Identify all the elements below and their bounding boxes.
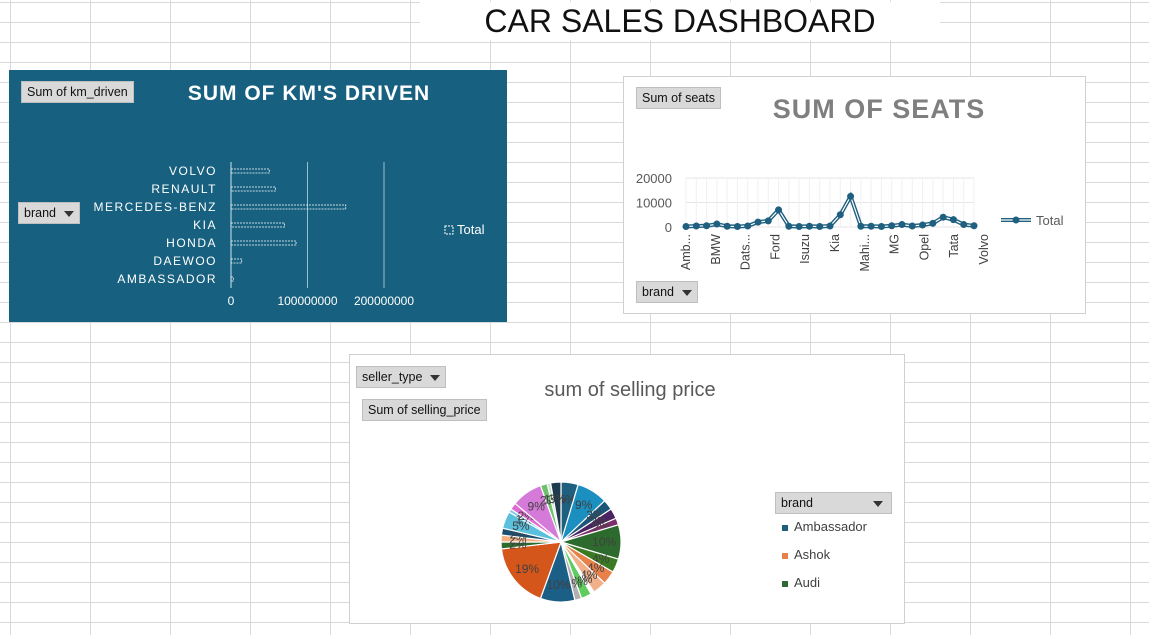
category-label: MERCEDES-BENZ (93, 200, 217, 214)
y-tick-label: 20000 (636, 171, 672, 186)
x-tick-label: Dats... (739, 234, 753, 270)
x-tick-label: Mahi... (858, 234, 872, 272)
data-point (939, 213, 947, 221)
data-point (754, 218, 762, 226)
data-point (785, 222, 793, 230)
data-label: 10% (592, 535, 616, 549)
x-tick-label: MG (888, 234, 902, 254)
seats-line-svg: 20000 10000 0 Amb... BMW Dats... Ford Isuzu Kia M… (636, 171, 1064, 272)
data-point (692, 222, 700, 230)
data-point (836, 211, 844, 219)
data-point (949, 216, 957, 224)
data-point (703, 222, 711, 230)
bar (230, 186, 276, 192)
bar (230, 204, 347, 210)
legend-swatch-icon (782, 552, 788, 559)
legend-label: Total (1036, 213, 1064, 228)
legend-swatch-icon (782, 524, 788, 531)
pie-legend-item[interactable]: Audi (782, 575, 820, 590)
data-point (847, 192, 855, 200)
category-label: KIA (193, 218, 217, 232)
category-label: VOLVO (169, 164, 217, 178)
dropdown-arrow-icon[interactable] (873, 501, 883, 507)
seats-chart[interactable]: Sum of seats SUM OF SEATS brand 20000 100… (623, 76, 1086, 314)
category-label: AMBASSADOR (117, 272, 217, 286)
bar (230, 222, 285, 228)
legend-marker-icon (1012, 216, 1020, 224)
bar (230, 240, 297, 246)
data-label: 10% (546, 578, 570, 592)
data-point (888, 222, 896, 230)
x-tick-label: Isuzu (798, 234, 812, 264)
data-point (857, 222, 865, 230)
x-tick-label: BMW (709, 234, 723, 265)
data-label: 19% (515, 562, 539, 576)
data-point (775, 206, 783, 214)
data-point (816, 223, 824, 231)
data-point (723, 222, 731, 230)
data-point (919, 221, 927, 229)
selling-price-chart[interactable]: seller_type Sum of selling_price sum of … (349, 354, 905, 624)
legend-swatch-icon (444, 225, 454, 235)
bar (230, 168, 270, 174)
category-label: RENAULT (151, 182, 217, 196)
pie-brand-filter-label: brand (781, 496, 813, 510)
x-tick-label: Tata (947, 234, 961, 258)
x-tick-label: Amb... (679, 234, 693, 270)
dashboard-title: CAR SALES DASHBOARD (420, 2, 940, 40)
x-tick-label: Volvo (977, 234, 991, 265)
legend-swatch-icon (782, 580, 788, 587)
pie-legend-item[interactable]: Ambassador (782, 519, 867, 534)
legend-label: Ashok (794, 547, 831, 562)
x-tick-label: 0 (228, 294, 235, 308)
data-point (826, 222, 834, 230)
x-tick-label: 100000000 (277, 294, 337, 308)
data-point (744, 222, 752, 230)
data-point (908, 222, 916, 230)
km-bar-svg: 0 100000000 200000000 VOLVO RENAULT MERCEDES-… (93, 162, 485, 308)
data-point (898, 221, 906, 229)
x-tick-label: Kia (828, 234, 842, 252)
legend-label: Ambassador (794, 519, 867, 534)
data-point (877, 223, 885, 231)
pie-brand-filter-button[interactable]: brand (775, 492, 892, 514)
data-point (733, 223, 741, 231)
data-point (867, 222, 875, 230)
data-label: 3% (549, 492, 567, 506)
y-tick-label: 10000 (636, 196, 672, 211)
legend-label: Audi (794, 575, 821, 590)
category-label: HONDA (166, 236, 217, 250)
data-point (970, 222, 978, 230)
category-label: DAEWOO (153, 254, 217, 268)
data-point (805, 222, 813, 230)
x-tick-label: Ford (768, 234, 782, 260)
data-point (929, 219, 937, 227)
data-point (764, 217, 772, 225)
data-point (713, 220, 721, 228)
data-point (682, 223, 690, 231)
data-point (795, 223, 803, 231)
data-point (960, 221, 968, 229)
x-tick-label: Opel (917, 234, 931, 260)
pie-legend-item[interactable]: Ashok (782, 547, 830, 562)
pie-svg: 5% 9%3%3%2%10%4%4%4%1%3%2%10%19%2%2%2%5%1… (500, 481, 622, 603)
x-tick-label: 200000000 (354, 294, 414, 308)
legend-label: Total (457, 222, 485, 237)
km-driven-chart[interactable]: Sum of km_driven SUM OF KM'S DRIVEN bran… (9, 70, 507, 322)
y-tick-label: 0 (665, 220, 672, 235)
bar (230, 258, 243, 264)
